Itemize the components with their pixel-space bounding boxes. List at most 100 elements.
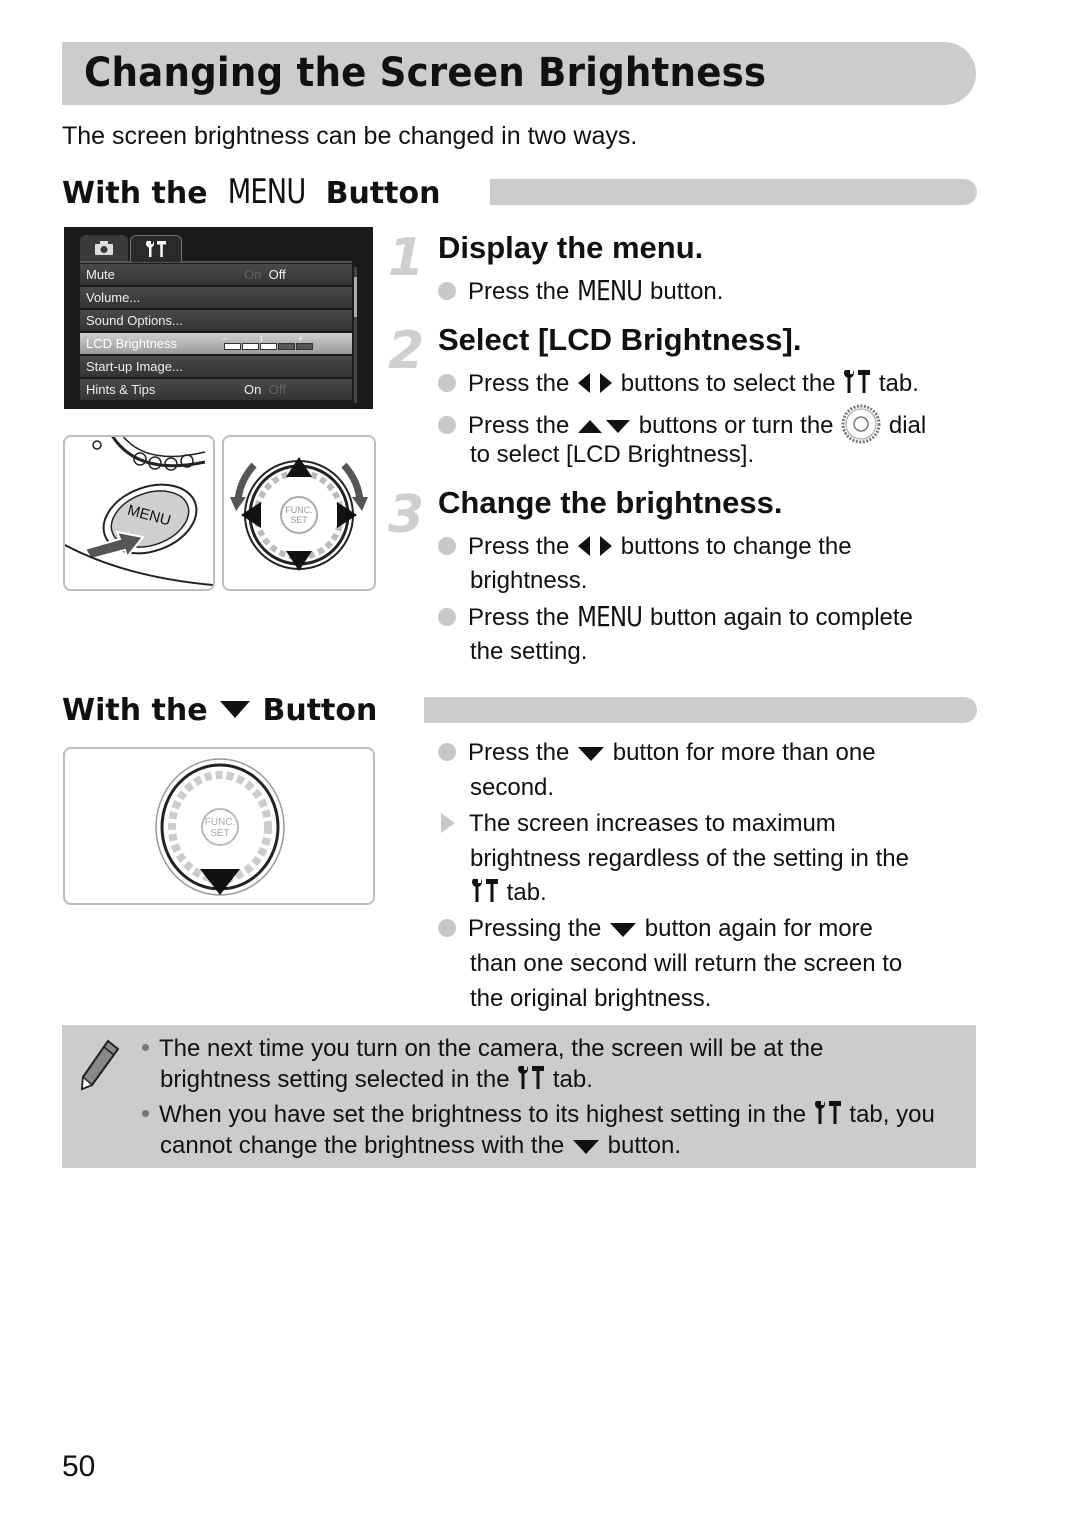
svg-text:FUNC.: FUNC. [205,817,236,828]
down-arrow-icon [578,747,605,761]
step-3-bullet-1: Press the buttons to change the [438,530,852,564]
down-bullet-1: Press the button for more than one [438,736,876,770]
svg-text:SET: SET [290,515,308,525]
menu-key-label: MENU [577,274,643,307]
rotate-cw-arrow-icon [352,497,368,511]
down-arrow-icon [572,1140,599,1154]
section-divider-bar [424,697,977,723]
wrench-hammer-icon [146,241,166,257]
heading-prefix: With the [62,176,208,211]
menu-key-label: MENU [577,600,643,633]
pencil-icon [80,1039,120,1091]
down-arrow-icon [610,923,637,937]
left-right-arrows-icon [578,373,613,393]
lcd-menu-screenshot: Mute On Off Volume... Sound Options... L… [64,227,373,409]
up-down-arrows-icon [578,420,631,433]
control-dial-illustration: FUNC. SET [222,435,376,591]
svg-text:SET: SET [210,828,229,839]
wrench-hammer-icon [844,370,871,393]
control-dial-drawing: FUNC. SET [230,457,368,571]
left-right-arrows-icon [578,536,613,556]
down-bullet-1-cont: second. [470,774,555,801]
note-bullet [142,1044,149,1051]
row-label: LCD Brightness [86,336,178,351]
lcd-row-mute: Mute On Off [80,264,352,285]
menu-button-illustration: MENU [63,435,215,591]
row-label: Sound Options... [86,313,183,328]
heading-suffix: Button [325,176,441,211]
step-2-bullet-2-cont: to select [LCD Brightness]. [470,441,755,468]
down-bullet-2-line3: the original brightness. [470,985,712,1012]
bullet-dot [438,374,456,392]
brightness-segment [242,343,259,350]
step-number-1: 1 [388,228,425,288]
step-3-bullet-2-cont: the setting. [470,638,588,665]
page-number: 50 [62,1450,96,1483]
step-number-2: 2 [388,321,425,381]
down-button-illustration: FUNC. SET [63,747,375,905]
intro-text: The screen brightness can be changed in … [62,122,638,150]
lcd-row-lcd-brightness: LCD Brightness − I + [80,333,352,354]
wrench-hammer-icon [518,1066,545,1089]
section-divider-bar [490,179,977,205]
control-dial-icon [841,404,881,444]
settings-tab [130,235,182,262]
step-title-1: Display the menu. [438,230,704,265]
row-label: Mute [86,267,115,282]
lcd-row-volume: Volume... [80,287,352,308]
down-arrow-icon [200,869,240,895]
note-item-2-line2: cannot change the brightness with the bu… [160,1132,682,1159]
step-3-bullet-2: Press the MENU button again to complete [438,600,913,635]
lcd-row-sound-options: Sound Options... [80,310,352,331]
row-value: On Off [244,382,286,397]
menu-key-label: MENU [227,172,307,212]
row-label: Hints & Tips [86,382,156,397]
result-arrow-icon [441,813,455,833]
note-item-1-line2: brightness setting selected in the tab. [160,1066,593,1093]
row-label: Start-up Image... [86,359,183,374]
brightness-level-bar [224,343,313,350]
heading-prefix: With the [62,693,208,728]
brightness-segment [260,343,277,350]
brightness-segment [224,343,241,350]
down-result-1: The screen increases to maximum [438,807,836,841]
lcd-menu-list: Mute On Off Volume... Sound Options... L… [80,264,352,402]
svg-text:FUNC.: FUNC. [285,505,313,515]
lcd-row-hints-tips: Hints & Tips On Off [80,379,352,400]
section-heading-menu: With the MENU Button [62,172,440,212]
bullet-dot [438,608,456,626]
step-number-3: 3 [388,485,425,545]
rotate-ccw-arrow-icon [230,497,246,511]
wrench-hammer-icon [814,1101,841,1124]
note-item-1: The next time you turn on the camera, th… [142,1033,823,1064]
row-label: Volume... [86,290,141,305]
step-3-bullet-1-cont: brightness. [470,567,588,594]
step-title-2: Select [LCD Brightness]. [438,322,802,357]
step-2-bullet-1: Press the buttons to select the tab. [438,367,919,401]
lcd-tab-strip [80,235,352,263]
brightness-segment [278,343,295,350]
wrench-hammer-icon [472,879,498,902]
row-value: On Off [244,267,286,282]
bullet-dot [438,919,456,937]
bullet-dot [438,416,456,434]
down-arrow-icon [220,701,251,718]
note-item-2: When you have set the brightness to its … [142,1099,935,1130]
step-1-bullet-1: Press the MENU button. [438,274,723,309]
lcd-scrollbar [354,267,357,403]
camera-tab [80,235,128,261]
step-title-3: Change the brightness. [438,485,783,520]
bullet-dot [438,282,456,300]
brightness-segment [296,343,313,350]
menu-button-press-drawing: MENU [65,437,213,586]
page-title: Changing the Screen Brightness [84,50,767,96]
down-result-1-line2: brightness regardless of the setting in … [470,845,909,872]
down-bullet-2: Pressing the button again for more [438,912,873,946]
down-result-1-line3: tab. [470,876,547,910]
note-bullet [142,1110,149,1117]
bullet-dot [438,537,456,555]
bullet-dot [438,743,456,761]
down-bullet-2-line2: than one second will return the screen t… [470,950,903,977]
lcd-row-startup-image: Start-up Image... [80,356,352,377]
camera-icon [95,241,113,255]
